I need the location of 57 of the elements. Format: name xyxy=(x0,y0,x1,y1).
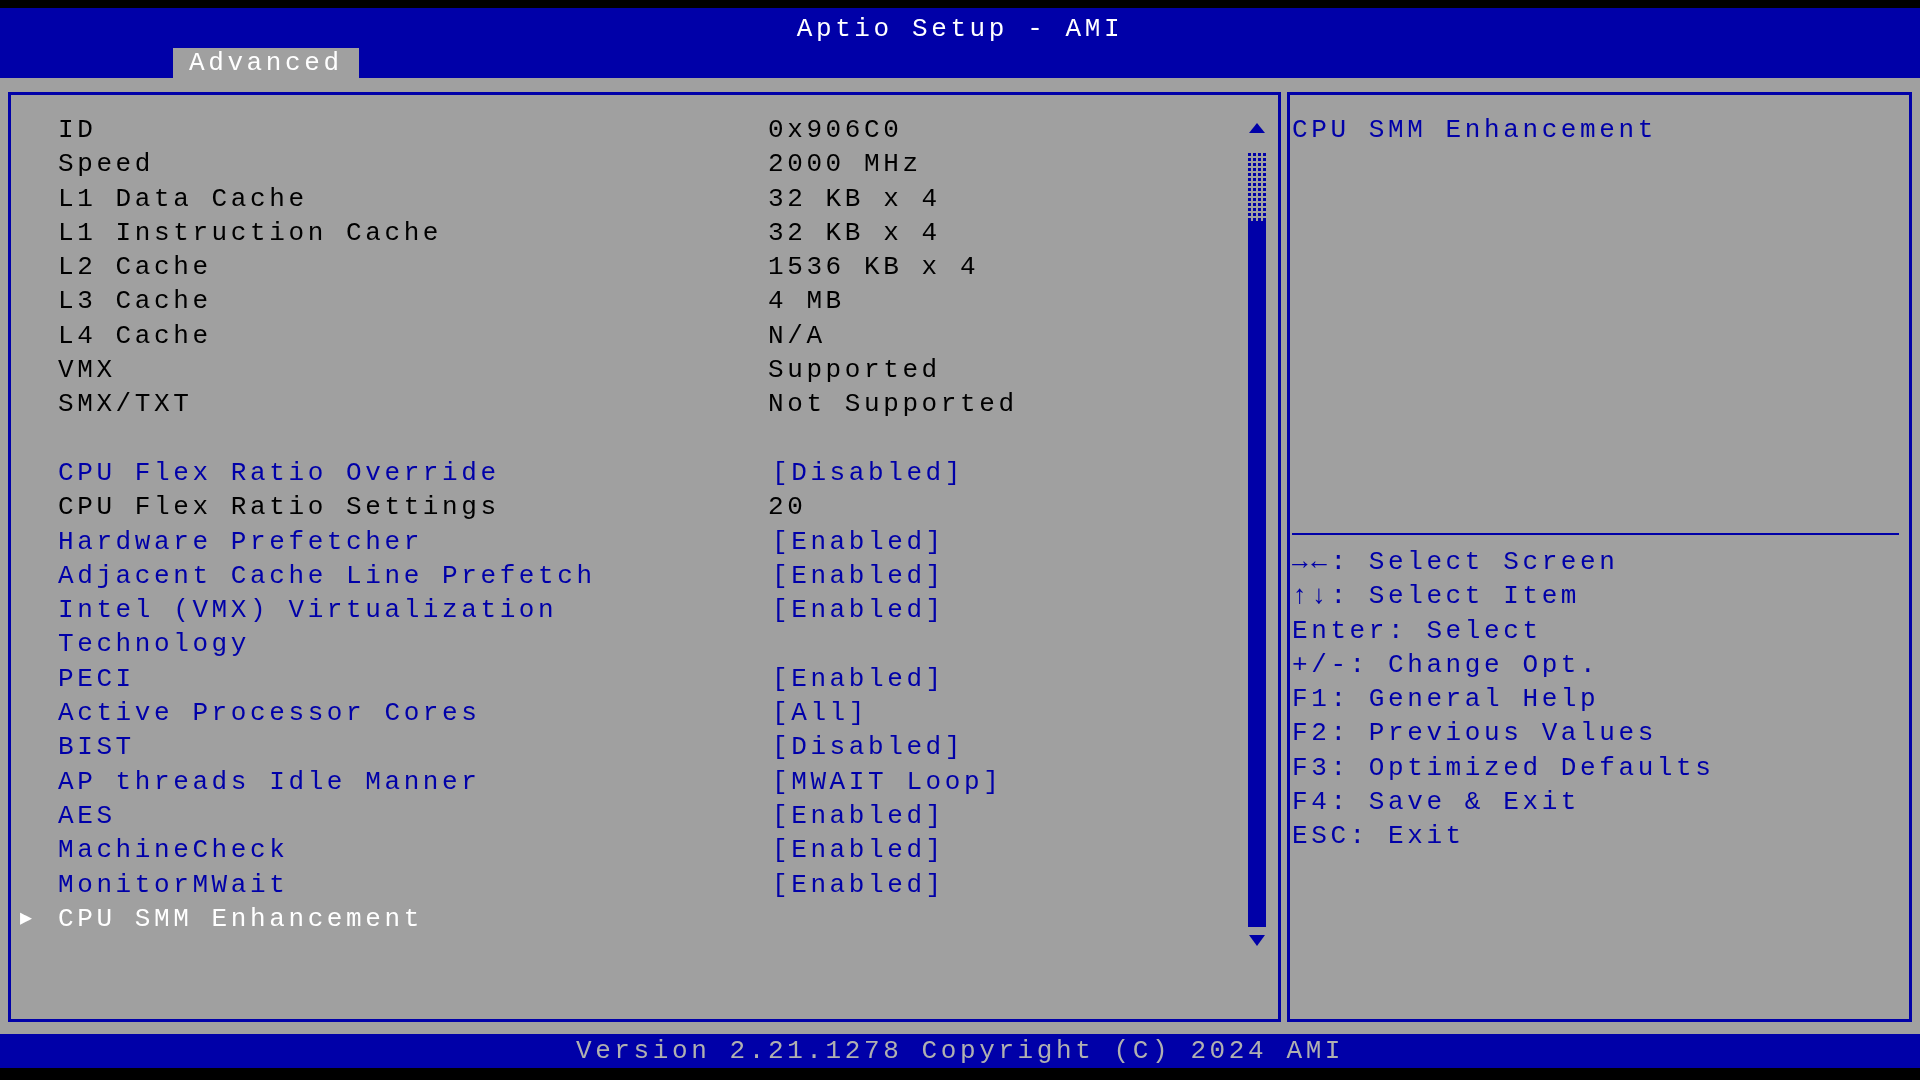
window-title: Aptio Setup - AMI xyxy=(796,14,1124,44)
key-hint: →←: Select Screen xyxy=(1291,546,1620,579)
key-hint: F2: Previous Values xyxy=(1291,717,1658,751)
setting-value[interactable]: [Enabled] xyxy=(772,661,945,697)
setting-label[interactable]: AP threads Idle Manner xyxy=(58,764,481,799)
setting-label[interactable]: Hardware Prefetcher xyxy=(58,524,423,559)
setting-label[interactable]: Adjacent Cache Line Prefetch xyxy=(58,558,596,594)
info-value: N/A xyxy=(768,319,826,353)
key-hint: F1: General Help xyxy=(1291,683,1601,717)
info-label: L2 Cache xyxy=(58,251,212,285)
setting-label[interactable]: MonitorMWait xyxy=(58,867,289,902)
setting-value[interactable]: [All] xyxy=(772,696,868,731)
setting-label[interactable]: Active Processor Cores xyxy=(58,696,481,731)
setting-value[interactable]: [Disabled] xyxy=(772,730,965,765)
info-value: Not Supported xyxy=(768,388,1018,422)
info-label: CPU Flex Ratio Settings xyxy=(58,491,500,525)
setting-label[interactable]: MachineCheck xyxy=(58,833,289,868)
key-hint: +/-: Change Opt. xyxy=(1291,648,1601,682)
info-value: 4 MB xyxy=(768,285,845,319)
setting-label[interactable]: CPU Flex Ratio Override xyxy=(58,455,500,491)
info-label: ID xyxy=(58,114,97,147)
info-label: L1 Instruction Cache xyxy=(58,216,443,250)
info-label: VMX xyxy=(58,354,116,388)
setting-label[interactable]: AES xyxy=(58,798,116,834)
info-value: 32 KB x 4 xyxy=(768,216,941,250)
setting-label[interactable]: PECI xyxy=(58,661,135,697)
setting-value[interactable]: [Enabled] xyxy=(772,558,945,594)
submenu-item[interactable]: CPU SMM Enhancement xyxy=(58,901,423,937)
info-label: L3 Cache xyxy=(58,285,212,319)
key-hint: F4: Save & Exit xyxy=(1291,786,1582,820)
info-label: Speed xyxy=(58,148,154,182)
setting-value[interactable]: [Enabled] xyxy=(772,833,945,868)
tab[interactable]: Advanced xyxy=(173,48,359,78)
setting-value[interactable]: [Enabled] xyxy=(772,593,945,662)
info-value: 2000 MHz xyxy=(768,148,922,182)
key-hint: ESC: Exit xyxy=(1291,820,1466,854)
help-description: CPU SMM Enhancement xyxy=(1291,114,1658,147)
info-value: 0x906C0 xyxy=(768,114,903,147)
info-label: SMX/TXT xyxy=(58,388,193,422)
info-value: 1536 KB x 4 xyxy=(768,251,980,285)
setting-value[interactable]: [Enabled] xyxy=(772,867,945,902)
key-hint: F3: Optimized Defaults xyxy=(1291,751,1716,785)
info-value: 20 xyxy=(768,491,807,525)
setting-value[interactable]: [Disabled] xyxy=(772,455,965,491)
key-hint: ↑↓: Select Item xyxy=(1291,580,1582,614)
setting-label[interactable]: BIST xyxy=(58,730,135,765)
setting-value[interactable]: [MWAIT Loop] xyxy=(772,764,1003,799)
info-value: Supported xyxy=(768,354,941,388)
setting-value[interactable]: [Enabled] xyxy=(772,798,945,834)
version-footer: Version 2.21.1278 Copyright (C) 2024 AMI xyxy=(0,1034,1920,1068)
setting-label[interactable]: Intel (VMX) Virtualization Technology xyxy=(58,593,618,662)
info-label: L1 Data Cache xyxy=(58,182,308,216)
pointer-icon: ▶ xyxy=(20,906,33,930)
info-label: L4 Cache xyxy=(58,319,212,353)
info-value: 32 KB x 4 xyxy=(768,182,941,216)
setting-value[interactable]: [Enabled] xyxy=(772,524,945,559)
key-hint: Enter: Select xyxy=(1291,614,1543,648)
